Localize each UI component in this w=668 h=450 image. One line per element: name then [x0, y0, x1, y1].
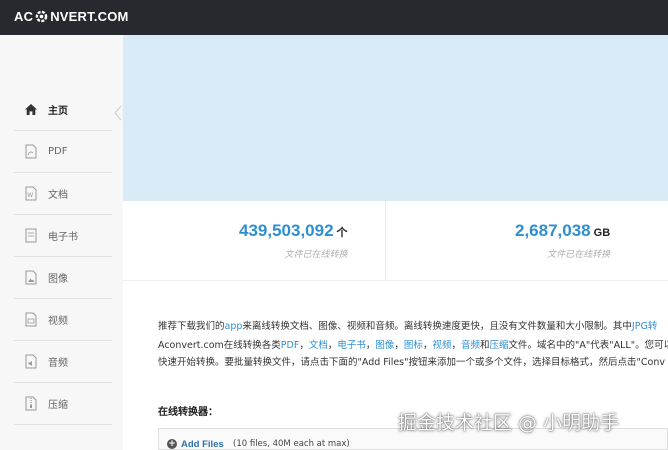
document-link[interactable]: 文档	[309, 340, 328, 351]
sidebar-item-label: 压缩	[48, 400, 68, 411]
stats-panel: 439,503,092 个 文件已在线转换 2,687,038 GB 文件已在线转换	[123, 201, 668, 281]
app-link[interactable]: app	[225, 321, 243, 332]
separator: ，	[451, 340, 461, 351]
stat-caption: 文件已在线转换	[547, 250, 611, 260]
stat-caption: 文件已在线转换	[284, 250, 348, 260]
stat-value: 439,503,092	[239, 221, 334, 240]
sidebar-item-label: 电子书	[48, 232, 78, 243]
stat-files-converted: 439,503,092 个 文件已在线转换	[239, 221, 348, 260]
sidebar-item-document[interactable]: W 文档	[14, 173, 112, 215]
sidebar-item-home[interactable]: 主页	[14, 89, 112, 131]
archive-icon	[23, 396, 39, 412]
svg-text:W: W	[27, 192, 33, 199]
intro-text: 推荐下载我们的app来离线转换文档、图像、视频和音频。离线转换速度更快，且没有文…	[158, 318, 668, 371]
sidebar-item-label: 图像	[48, 274, 68, 285]
separator: ，	[365, 340, 376, 351]
pdf-link[interactable]: PDF	[281, 340, 300, 351]
ebook-link[interactable]: 电子书	[337, 340, 366, 351]
home-icon	[23, 102, 39, 118]
sidebar-item-label: 文档	[48, 190, 68, 201]
text: 推荐下载我们的	[158, 321, 225, 332]
sidebar-item-label: 主页	[48, 106, 68, 117]
gear-icon	[35, 10, 48, 23]
sidebar-item-pdf[interactable]: PDF	[14, 131, 112, 173]
logo-text-right: NVERT.COM	[50, 9, 129, 24]
audio-link[interactable]: 音频	[461, 340, 480, 351]
text: 和	[480, 340, 490, 351]
intro-line-3: 快速开始转换。要批量转换文件，请点击下面的"Add Files"按钮来添加一个或…	[158, 357, 665, 368]
stat-unit: 个	[336, 227, 348, 239]
stat-value: 2,687,038	[515, 221, 591, 240]
text: 文件。域名中的"A"代表"ALL"。您可以	[508, 340, 668, 351]
ebook-icon	[23, 228, 39, 244]
converter-title: 在线转换器：	[158, 407, 218, 418]
word-doc-icon: W	[23, 186, 39, 202]
image-link[interactable]: 图像	[375, 340, 394, 351]
chevron-left-icon	[114, 105, 122, 125]
watermark: 掘金技术社区 @ 小明助手	[398, 412, 620, 434]
sidebar-item-audio[interactable]: 音频	[14, 341, 112, 383]
icon-link[interactable]: 图标	[404, 340, 423, 351]
video-link[interactable]: 视频	[432, 340, 451, 351]
top-bar: AC NVERT.COM	[0, 0, 668, 35]
pdf-icon	[23, 144, 39, 160]
image-icon	[23, 270, 39, 286]
video-icon	[23, 312, 39, 328]
add-files-label: Add Files	[181, 438, 224, 450]
sidebar-item-image[interactable]: 图像	[14, 257, 112, 299]
separator: ，	[394, 340, 404, 351]
jpg-link[interactable]: JPG转	[632, 321, 657, 332]
separator: ，	[299, 340, 309, 351]
divider	[385, 201, 386, 281]
logo-text-left: AC	[14, 9, 34, 24]
sidebar-item-label: PDF	[48, 146, 68, 157]
intro-line-2: Aconvert.com在线转换各类PDF，文档，电子书，图像，图标，视频，音频…	[158, 337, 668, 354]
upload-limit-text: (10 files, 40M each at max)	[233, 439, 350, 449]
archive-link[interactable]: 压缩	[490, 340, 509, 351]
text: Aconvert.com在线转换各类	[158, 340, 281, 351]
sidebar-item-ebook[interactable]: 电子书	[14, 215, 112, 257]
stat-unit: GB	[593, 227, 611, 239]
plus-icon: +	[167, 439, 177, 449]
sidebar-item-video[interactable]: 视频	[14, 299, 112, 341]
audio-icon	[23, 354, 39, 370]
intro-line-1: 推荐下载我们的app来离线转换文档、图像、视频和音频。离线转换速度更快，且没有文…	[158, 318, 668, 335]
sidebar: 主页 PDF W 文档 电子书 图像 视频 音频 压缩	[0, 35, 123, 450]
sidebar-item-label: 视频	[48, 316, 68, 327]
separator: ，	[327, 340, 338, 351]
site-logo[interactable]: AC NVERT.COM	[14, 9, 129, 24]
text: 来离线转换文档、图像、视频和音频。离线转换速度更快，且没有文件数量和大小限制。其…	[242, 321, 632, 332]
stat-data-converted: 2,687,038 GB 文件已在线转换	[515, 221, 610, 260]
hero-banner	[123, 35, 668, 201]
sidebar-item-archive[interactable]: 压缩	[14, 383, 112, 425]
sidebar-item-label: 音频	[48, 358, 68, 369]
add-files-button[interactable]: + Add Files	[167, 437, 224, 450]
